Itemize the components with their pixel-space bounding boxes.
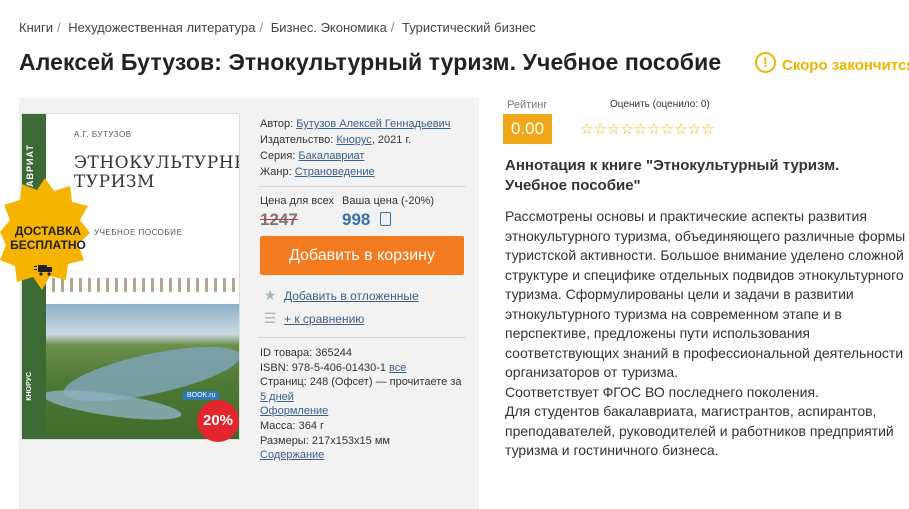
cover-author: А.Г. БУТУЗОВ — [74, 130, 132, 139]
delivery-badge-line: БЕСПЛАТНО — [10, 238, 86, 252]
breadcrumb-separator: / — [259, 20, 264, 35]
breadcrumb: Книги / Нехудожественная литература / Бизн… — [19, 20, 536, 35]
detail-contents: Содержание — [260, 448, 461, 463]
author-link[interactable]: Бутузов Алексей Геннадьевич — [296, 118, 450, 130]
detail-label: Размеры: — [260, 434, 309, 447]
stock-status: Скоро закончится — [782, 57, 909, 74]
meta-label: Жанр: — [260, 166, 292, 178]
genre-link[interactable]: Страноведение — [295, 166, 375, 178]
meta-label: Автор: — [260, 118, 294, 130]
detail-value: 217x153x15 мм — [311, 434, 390, 447]
compare-link[interactable]: + к сравнению — [284, 312, 364, 326]
cover-title-line: ТУРИЗМ — [74, 172, 155, 192]
read-days-link[interactable]: 5 дней — [260, 391, 294, 403]
page-title: Алексей Бутузов: Этнокультурный туризм. … — [19, 49, 722, 75]
detail-size: Размеры: 217x153x15 мм — [260, 434, 461, 449]
free-delivery-badge: ДОСТАВКА БЕСПЛАТНО — [0, 178, 90, 296]
warning-icon: ! — [755, 52, 776, 73]
ruble-icon — [380, 212, 391, 226]
add-to-compare[interactable]: ☰ + к сравнению — [262, 310, 365, 327]
meta-label: Издательство: — [260, 134, 334, 146]
breadcrumb-separator: / — [390, 20, 395, 35]
contents-link[interactable]: Содержание — [260, 449, 324, 461]
cover-title-line: ЭТНОКУЛЬТУРНЫЙ — [74, 153, 239, 173]
detail-value: 248 (Офсет) — [309, 376, 373, 389]
current-price: 998 — [342, 210, 371, 229]
wishlist-link[interactable]: Добавить в отложенные — [284, 289, 419, 303]
detail-label: ID товара: — [260, 347, 313, 359]
detail-read-prefix: — прочитаете за — [375, 376, 462, 389]
book-details: ID товара: 365244 ISBN: 978-5-406-01430-… — [260, 346, 461, 463]
star-icon: ★ — [263, 287, 277, 303]
detail-label: ISBN: — [260, 361, 289, 374]
add-to-cart-button[interactable]: Добавить в корзину — [260, 236, 464, 275]
annotation-body: Рассмотрены основы и практические аспект… — [505, 208, 906, 458]
detail-pages: Страниц: 248 (Офсет) — прочитаете за — [260, 375, 461, 390]
cover-brand: BOOK.ru — [183, 391, 220, 400]
breadcrumb-books[interactable]: Книги — [19, 20, 53, 35]
publisher-link[interactable]: Кнорус — [336, 134, 371, 146]
detail-read-days: 5 дней — [260, 390, 461, 405]
breadcrumb-separator: / — [57, 20, 61, 35]
detail-isbn: ISBN: 978-5-406-01430-1 все — [260, 361, 461, 376]
breadcrumb-business[interactable]: Бизнес. Экономика — [271, 20, 387, 35]
cover-publisher: КНОРУС — [26, 372, 33, 401]
delivery-badge-line: ДОСТАВКА — [14, 224, 82, 238]
detail-design: Оформление — [260, 404, 461, 419]
meta-author: Автор: Бутузов Алексей Геннадьевич — [260, 116, 451, 132]
rating-stars[interactable]: ☆☆☆☆☆☆☆☆☆☆ — [580, 120, 714, 138]
detail-value: 978-5-406-01430-1 — [291, 361, 386, 374]
rating-label: Рейтинг — [507, 99, 548, 111]
meta-publisher: Издательство: Кнорус, 2021 г. — [260, 132, 451, 148]
add-to-wishlist[interactable]: ★ Добавить в отложенные — [262, 287, 419, 304]
cover-subtitle: УЧЕБНОЕ ПОСОБИЕ — [94, 228, 183, 237]
detail-label: Масса: — [260, 419, 296, 432]
design-link[interactable]: Оформление — [260, 405, 328, 417]
cover-title: ЭТНОКУЛЬТУРНЫЙ ТУРИЗМ — [74, 153, 239, 192]
list-icon: ☰ — [263, 310, 277, 326]
rate-label: Оценить (оценило: 0) — [610, 99, 710, 110]
isbn-all-link[interactable]: все — [389, 362, 406, 374]
price-all-label: Цена для всех — [260, 195, 334, 207]
annotation-title: Аннотация к книге "Этнокультурный туризм… — [505, 157, 840, 194]
meta-series: Серия: Бакалавриат — [260, 148, 451, 164]
divider — [258, 186, 466, 187]
detail-id: ID товара: 365244 — [260, 346, 461, 361]
discount-badge: 20% — [197, 400, 239, 442]
series-link[interactable]: Бакалавриат — [298, 150, 364, 162]
detail-value: 365244 — [315, 347, 352, 359]
detail-value: 364 г — [298, 419, 325, 432]
breadcrumb-tourism[interactable]: Туристический бизнес — [402, 20, 536, 35]
delivery-badge-text: ДОСТАВКА БЕСПЛАТНО — [6, 224, 90, 252]
breadcrumb-nonfiction[interactable]: Нехудожественная литература — [68, 20, 255, 35]
detail-mass: Масса: 364 г — [260, 419, 461, 434]
meta-label: Серия: — [260, 150, 296, 162]
rating-value: 0.00 — [503, 114, 552, 144]
publisher-year: , 2021 г. — [371, 134, 412, 146]
book-meta: Автор: Бутузов Алексей Геннадьевич Издат… — [260, 116, 451, 180]
meta-genre: Жанр: Страноведение — [260, 164, 451, 180]
old-price: 1247 — [260, 210, 298, 229]
divider — [258, 337, 466, 338]
price-your-label: Ваша цена (-20%) — [342, 195, 435, 207]
detail-label: Страниц: — [260, 376, 307, 389]
